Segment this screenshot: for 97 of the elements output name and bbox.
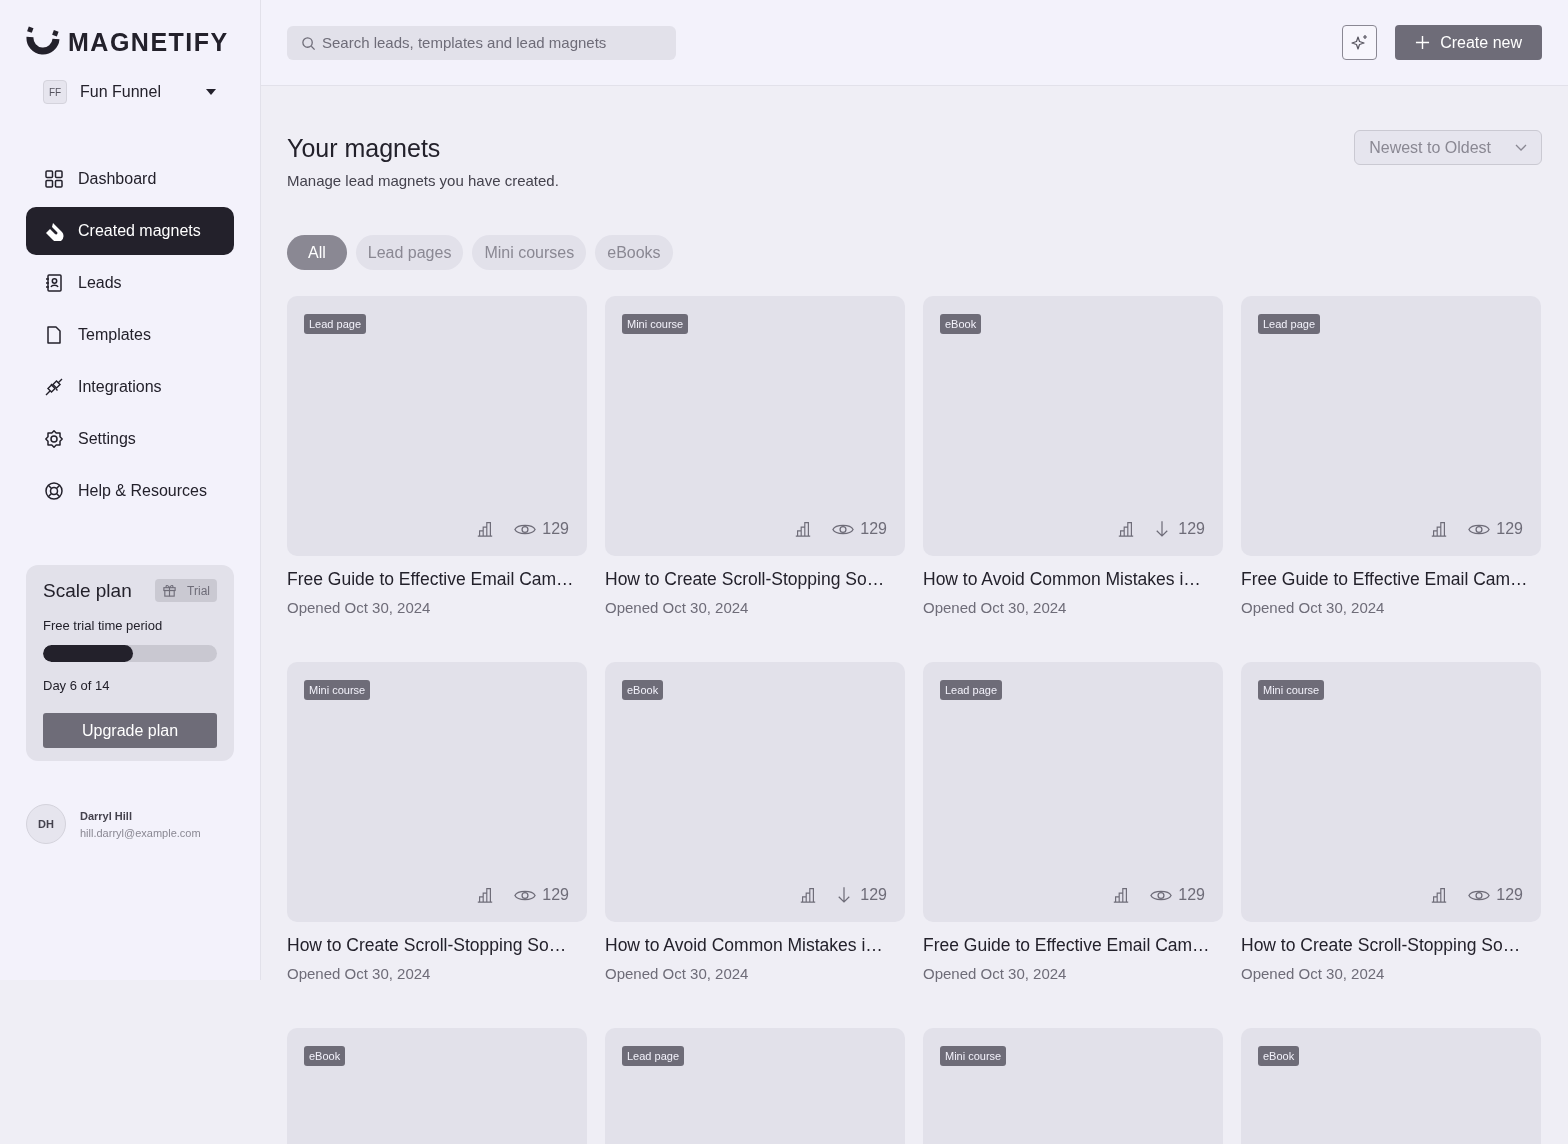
card-title[interactable]: How to Avoid Common Mistakes i…	[605, 935, 905, 956]
bar-chart-icon	[476, 520, 495, 538]
logo-text: MAGNETIFY	[68, 27, 229, 57]
card-title[interactable]: How to Avoid Common Mistakes i…	[923, 569, 1223, 590]
nav-item[interactable]: Created magnets	[26, 207, 234, 255]
card-thumbnail[interactable]: eBook 129	[605, 662, 905, 922]
count: 129	[1178, 886, 1205, 904]
card-thumbnail[interactable]: eBook	[1241, 1028, 1541, 1144]
bar-chart-icon	[1112, 886, 1131, 904]
magnet-icon	[44, 221, 64, 241]
count: 129	[1496, 520, 1523, 538]
type-tag: Mini course	[940, 1046, 1007, 1066]
bar-chart-icon	[1430, 886, 1449, 904]
caret-icon	[206, 89, 216, 95]
contact-book-icon	[44, 273, 64, 293]
opened-date: Opened Oct 30, 2024	[287, 599, 432, 616]
create-new-button[interactable]: Create new	[1395, 25, 1542, 60]
sort-dropdown[interactable]: Newest to Oldest	[1354, 130, 1542, 165]
type-tag: Lead page	[1258, 314, 1320, 334]
opened-date: Opened Oct 30, 2024	[1241, 599, 1386, 616]
type-tag: eBook	[304, 1046, 346, 1066]
card-thumbnail[interactable]: eBook 129	[923, 296, 1223, 556]
upgrade-button[interactable]: Upgrade plan	[43, 713, 217, 748]
chevron-down-icon	[1515, 143, 1527, 152]
workspace-selector[interactable]: FF Fun Funnel	[26, 80, 234, 104]
filter-chip[interactable]: eBooks	[595, 235, 673, 270]
card-thumbnail[interactable]: Lead page 129	[287, 296, 587, 556]
type-tag: Mini course	[622, 314, 689, 334]
opened-date: Opened Oct 30, 2024	[605, 965, 750, 982]
count: 129	[860, 886, 887, 904]
card-title[interactable]: How to Create Scroll-Stopping So…	[605, 569, 905, 590]
bar-chart-icon	[1430, 520, 1449, 538]
opened-date: Opened Oct 30, 2024	[923, 965, 1068, 982]
settings-icon	[44, 429, 64, 449]
type-tag: Lead page	[940, 680, 1002, 700]
card-thumbnail[interactable]: Lead page 129	[923, 662, 1223, 922]
card-thumbnail[interactable]: Mini course 129	[605, 296, 905, 556]
bar-chart-icon	[794, 520, 813, 538]
progress-text: Day 6 of 14	[43, 678, 111, 693]
opened-date: Opened Oct 30, 2024	[287, 965, 432, 982]
bar-chart-icon	[476, 886, 495, 904]
sparkle-button[interactable]	[1342, 25, 1378, 60]
type-tag: eBook	[622, 680, 664, 700]
card-title[interactable]: Free Guide to Effective Email Cam…	[923, 935, 1223, 956]
user-email: hill.darryl@example.com	[80, 826, 201, 839]
search-field[interactable]: Search leads, templates and lead magnets	[287, 25, 676, 60]
card-thumbnail[interactable]: Mini course	[923, 1028, 1223, 1144]
card-thumbnail[interactable]: Mini course 129	[287, 662, 587, 922]
card-thumbnail[interactable]: Lead page	[605, 1028, 905, 1144]
type-tag: eBook	[940, 314, 982, 334]
search-icon	[301, 35, 316, 51]
nav-item[interactable]: Settings	[26, 415, 234, 463]
count: 129	[860, 520, 887, 538]
filter-chip[interactable]: Lead pages	[355, 235, 464, 270]
opened-date: Opened Oct 30, 2024	[605, 599, 750, 616]
plan-title: Scale plan	[43, 579, 132, 602]
count: 129	[542, 520, 569, 538]
card-title[interactable]: How to Create Scroll-Stopping So…	[287, 935, 587, 956]
count: 129	[1178, 520, 1205, 538]
card-thumbnail[interactable]: Mini course 129	[1241, 662, 1541, 922]
opened-date: Opened Oct 30, 2024	[1241, 965, 1386, 982]
document-icon	[44, 325, 64, 345]
type-tag: Lead page	[622, 1046, 684, 1066]
type-tag: Lead page	[304, 314, 366, 334]
page-title: Your magnets	[287, 134, 442, 163]
card-title[interactable]: Free Guide to Effective Email Cam…	[287, 569, 587, 590]
gift-icon	[162, 583, 178, 598]
nav-item[interactable]: Dashboard	[26, 155, 234, 203]
plus-icon	[1415, 35, 1431, 50]
lifebuoy-icon	[44, 481, 64, 501]
bar-chart-icon	[1117, 520, 1136, 538]
plan-caption: Free trial time period	[43, 618, 164, 633]
arrow-down-icon	[1155, 520, 1170, 538]
page-subtitle: Manage lead magnets you have created.	[287, 172, 559, 189]
card-title[interactable]: How to Create Scroll-Stopping So…	[1241, 935, 1541, 956]
card-thumbnail[interactable]: Lead page 129	[1241, 296, 1541, 556]
trial-label: Trial	[187, 583, 210, 598]
arrow-down-icon	[837, 886, 852, 904]
count: 129	[542, 886, 569, 904]
filter-chip[interactable]: Mini courses	[472, 235, 587, 270]
card-thumbnail[interactable]: eBook	[287, 1028, 587, 1144]
user-name: Darryl Hill	[80, 809, 133, 822]
nav-item[interactable]: Leads	[26, 259, 234, 307]
nav-item[interactable]: Help & Resources	[26, 467, 234, 515]
count: 129	[1496, 886, 1523, 904]
grid-icon	[44, 169, 64, 189]
type-tag: Mini course	[304, 680, 371, 700]
nav-item[interactable]: Integrations	[26, 363, 234, 411]
type-tag: eBook	[1258, 1046, 1300, 1066]
type-tag: Mini course	[1258, 680, 1325, 700]
bar-chart-icon	[799, 886, 818, 904]
card-title[interactable]: Free Guide to Effective Email Cam…	[1241, 569, 1541, 590]
plug-icon	[44, 377, 64, 397]
nav-item[interactable]: Templates	[26, 311, 234, 359]
opened-date: Opened Oct 30, 2024	[923, 599, 1068, 616]
filter-chip[interactable]: All	[287, 235, 347, 270]
user-avatar: DH	[26, 804, 66, 844]
